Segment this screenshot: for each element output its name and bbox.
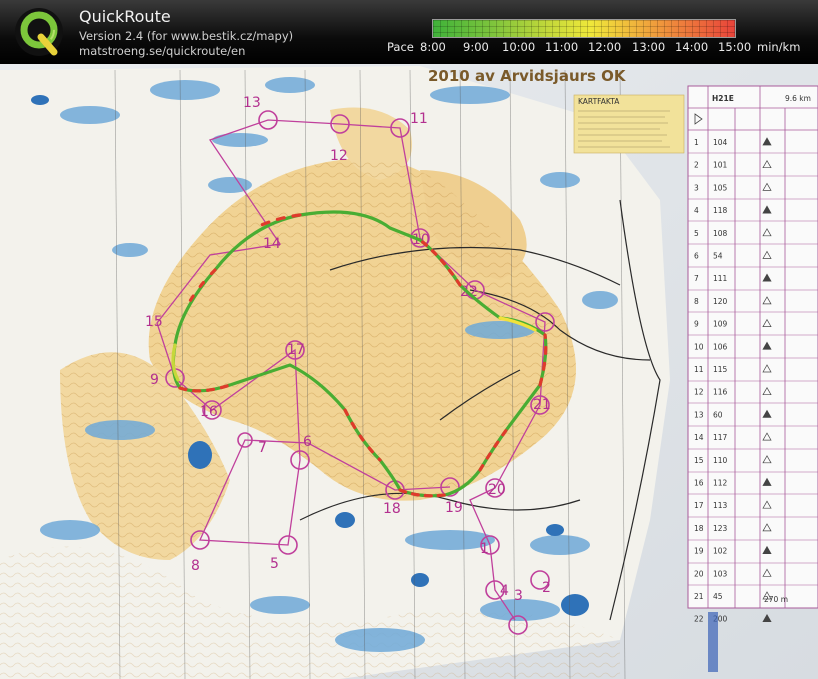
map-graphic: 1 2 3 4 5 6 7 8 9 10 11 12 13 14 15 16 1… [0, 64, 818, 679]
sheet-row-code: 109 [713, 320, 728, 329]
sheet-row-code: 123 [713, 524, 728, 533]
control-number: 8 [191, 558, 200, 574]
sheet-row-code: 105 [713, 183, 728, 192]
sheet-row-code: 106 [713, 342, 728, 351]
control-number: 1 [480, 541, 489, 557]
sheet-row-number: 9 [694, 320, 699, 329]
pace-tick: 11:00 [545, 40, 579, 54]
sheet-row-number: 5 [694, 229, 699, 238]
sheet-footer-distance: 270 m [764, 595, 788, 604]
control-number: 9 [150, 372, 159, 388]
pace-label: Pace [387, 40, 414, 54]
sheet-row-code: 116 [713, 388, 728, 397]
sheet-row-code: 102 [713, 547, 728, 556]
pace-tick: 10:00 [502, 40, 536, 54]
control-number: 6 [303, 434, 312, 450]
sheet-row-code: 113 [713, 501, 728, 510]
sheet-row-code: 115 [713, 365, 728, 374]
sheet-row-number: 12 [694, 388, 704, 397]
sheet-row-code: 104 [713, 138, 728, 147]
orienteering-map-canvas[interactable]: 1 2 3 4 5 6 7 8 9 10 11 12 13 14 15 16 1… [0, 64, 818, 679]
sheet-distance: 9.6 km [785, 94, 811, 103]
sheet-row-code: 103 [713, 569, 728, 578]
sheet-row-code: 101 [713, 161, 728, 170]
sheet-row-number: 16 [694, 479, 704, 488]
sheet-row-code: 117 [713, 433, 728, 442]
pace-tick: 13:00 [632, 40, 666, 54]
sheet-row-number: 17 [694, 501, 704, 510]
control-number: 19 [445, 500, 463, 516]
sheet-row-number: 19 [694, 547, 704, 556]
sheet-row-code: 60 [713, 410, 723, 419]
sheet-row-code: 120 [713, 297, 728, 306]
pace-tick: 8:00 [420, 40, 446, 54]
pace-color-scale [432, 19, 736, 38]
control-number: 3 [514, 588, 523, 604]
sheet-row-number: 2 [694, 161, 699, 170]
control-number: 18 [383, 501, 401, 517]
app-title: QuickRoute [79, 7, 171, 26]
sheet-row-code: 111 [713, 274, 728, 283]
sheet-row-number: 10 [694, 342, 704, 351]
sheet-row-code: 118 [713, 206, 728, 215]
sheet-row-number: 13 [694, 410, 704, 419]
pace-unit: min/km [757, 40, 801, 54]
app-version: Version 2.4 (for www.bestik.cz/mapy) [79, 29, 294, 43]
control-number: 15 [145, 314, 163, 330]
pace-tick: 9:00 [463, 40, 489, 54]
control-number: 14 [263, 236, 281, 252]
sheet-row-number: 22 [694, 615, 704, 624]
sheet-row-number: 6 [694, 252, 699, 261]
control-number: 16 [200, 404, 218, 420]
control-number: 2 [542, 580, 551, 596]
app-url-link[interactable]: matstroeng.se/quickroute/en [79, 44, 245, 58]
quickroute-window: QuickRoute Version 2.4 (for www.bestik.c… [0, 0, 818, 679]
header-bar: QuickRoute Version 2.4 (for www.bestik.c… [0, 0, 818, 64]
sheet-row-number: 21 [694, 592, 704, 601]
pace-tick: 12:00 [588, 40, 622, 54]
kartfakta-title: KARTFAKTA [578, 97, 620, 106]
control-number: 17 [287, 342, 305, 358]
control-number: 7 [258, 440, 267, 456]
sheet-row-code: 112 [713, 479, 728, 488]
control-number: 11 [410, 111, 428, 127]
sheet-row-code: 45 [713, 592, 723, 601]
sheet-row-number: 20 [694, 569, 704, 578]
sheet-row-code: 110 [713, 456, 728, 465]
quickroute-logo-icon [15, 8, 63, 56]
sheet-row-number: 4 [694, 206, 699, 215]
map-header-text: 2010 av Arvidsjaurs OK [428, 67, 627, 85]
sheet-row-number: 8 [694, 297, 699, 306]
control-number: 5 [270, 556, 279, 572]
sheet-row-code: 54 [713, 252, 723, 261]
pace-tick: 15:00 [718, 40, 752, 54]
sheet-row-code: 108 [713, 229, 728, 238]
control-number: 4 [500, 583, 509, 599]
control-number: 12 [330, 148, 348, 164]
sheet-row-number: 1 [694, 138, 699, 147]
control-number: 21 [533, 397, 551, 413]
sheet-row-number: 3 [694, 183, 699, 192]
control-number: 13 [243, 95, 261, 111]
sheet-class: H21E [712, 94, 734, 103]
sheet-row-number: 15 [694, 456, 704, 465]
sheet-row-number: 14 [694, 433, 704, 442]
sheet-row-number: 18 [694, 524, 704, 533]
control-number: 20 [488, 482, 506, 498]
sheet-row-number: 7 [694, 274, 699, 283]
control-description-sheet: H21E 9.6 km 270 m 1 1042 1013 1054 1185 1086 5… [687, 85, 818, 624]
tape-mark [708, 612, 718, 672]
pace-tick: 14:00 [675, 40, 709, 54]
sheet-row-number: 11 [694, 365, 704, 374]
